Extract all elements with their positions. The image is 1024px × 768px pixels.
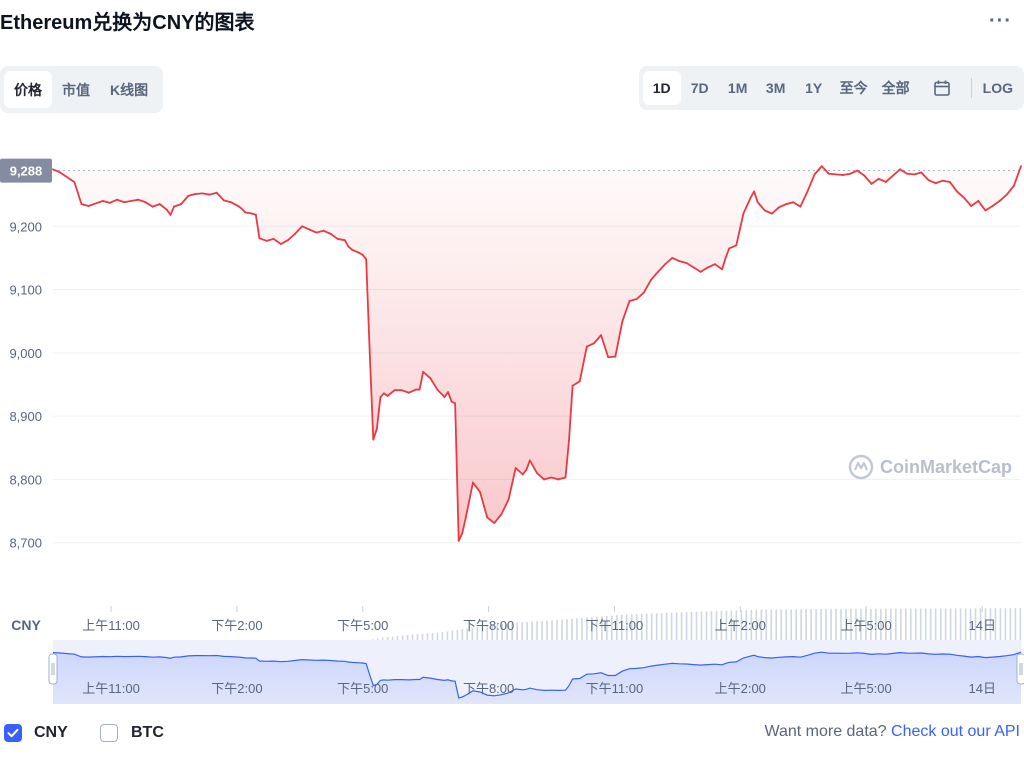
price-line-segment (906, 172, 916, 176)
chart-type-tabs: 价格 市值 K线图 (0, 66, 163, 113)
price-line-segment (123, 200, 133, 204)
price-line-segment (194, 192, 204, 195)
price-line-segment (201, 192, 211, 196)
navigator-handle-left[interactable] (48, 653, 58, 685)
cny-checkbox[interactable] (4, 724, 22, 742)
range-3m[interactable]: 3M (757, 71, 795, 105)
navigator-tick-label: 下午11:00 (586, 681, 644, 696)
range-ytd[interactable]: 至今 (833, 71, 875, 105)
tab-market-cap[interactable]: 市值 (52, 71, 100, 108)
api-promo-text: Want more data? (764, 723, 887, 740)
range-divider (970, 78, 972, 98)
range-1y[interactable]: 1Y (795, 71, 833, 105)
x-tick-label: 上午11:00 (82, 618, 140, 633)
more-options-icon[interactable]: ··· (989, 10, 1012, 33)
tab-price[interactable]: 价格 (4, 71, 52, 108)
navigator-tick-label: 14日 (969, 681, 996, 696)
price-line-segment (941, 179, 951, 183)
navigator-tick-label: 下午8:00 (463, 681, 514, 696)
btc-checkbox[interactable] (100, 724, 118, 742)
navigator-tick-label: 上午11:00 (82, 681, 140, 696)
cny-label: CNY (34, 724, 68, 741)
current-price-label: 9,288 (10, 164, 43, 179)
price-line-segment (607, 355, 617, 359)
y-tick-label: 8,800 (9, 472, 42, 487)
x-tick-label: 14日 (969, 618, 996, 633)
coinmarketcap-logo-icon (848, 454, 874, 480)
price-line-segment (244, 211, 254, 215)
price-line-segment (130, 198, 140, 202)
price-line-segment (827, 172, 837, 176)
y-tick-label: 9,000 (9, 346, 42, 361)
calendar-icon[interactable] (917, 71, 967, 105)
navigator-tick-label: 上午5:00 (840, 681, 891, 696)
x-tick-label: 下午5:00 (337, 618, 388, 633)
y-tick-label: 9,100 (9, 283, 42, 298)
y-tick-label: 9,200 (9, 219, 42, 234)
axis-currency-label: CNY (11, 617, 41, 633)
tab-candlestick[interactable]: K线图 (100, 71, 158, 108)
range-all[interactable]: 全部 (875, 71, 917, 105)
range-1m[interactable]: 1M (719, 71, 757, 105)
x-tick-label: 上午5:00 (840, 618, 891, 633)
legend-row: CNY BTC Want more data? Check out our AP… (0, 718, 1024, 750)
price-area-fill (53, 166, 1021, 541)
coinmarketcap-watermark: CoinMarketCap (848, 454, 1012, 480)
time-range-selector: 1D 7D 1M 3M 1Y 至今 全部 LOG (638, 66, 1024, 110)
watermark-text: CoinMarketCap (880, 456, 1013, 477)
api-promo: Want more data? Check out our API (764, 723, 1020, 741)
x-tick-label: 下午2:00 (211, 618, 262, 633)
x-tick-label: 上午2:00 (715, 618, 766, 633)
price-line-segment (336, 238, 346, 242)
price-line-segment (842, 172, 852, 176)
api-link[interactable]: Check out our API (891, 723, 1020, 740)
range-7d[interactable]: 7D (681, 71, 719, 105)
price-chart[interactable]: 9,200 9,100 9,000 8,900 8,800 8,700 9,288 CNY 上午… (0, 128, 1024, 708)
btc-label: BTC (131, 724, 164, 741)
page-title: Ethereum兑换为CNY的图表 (0, 12, 255, 34)
x-tick-label: 下午11:00 (586, 618, 644, 633)
price-line-segment (835, 173, 844, 176)
checkmark-icon (7, 728, 19, 738)
y-tick-label: 8,900 (9, 409, 42, 424)
y-tick-label: 8,700 (9, 536, 42, 551)
navigator-tick-label: 上午2:00 (715, 681, 766, 696)
range-1d[interactable]: 1D (642, 71, 681, 105)
navigator-tick-label: 下午2:00 (211, 681, 262, 696)
navigator-tick-label: 下午5:00 (337, 681, 388, 696)
log-scale-toggle[interactable]: LOG (976, 71, 1020, 105)
x-tick-label: 下午8:00 (463, 618, 514, 633)
